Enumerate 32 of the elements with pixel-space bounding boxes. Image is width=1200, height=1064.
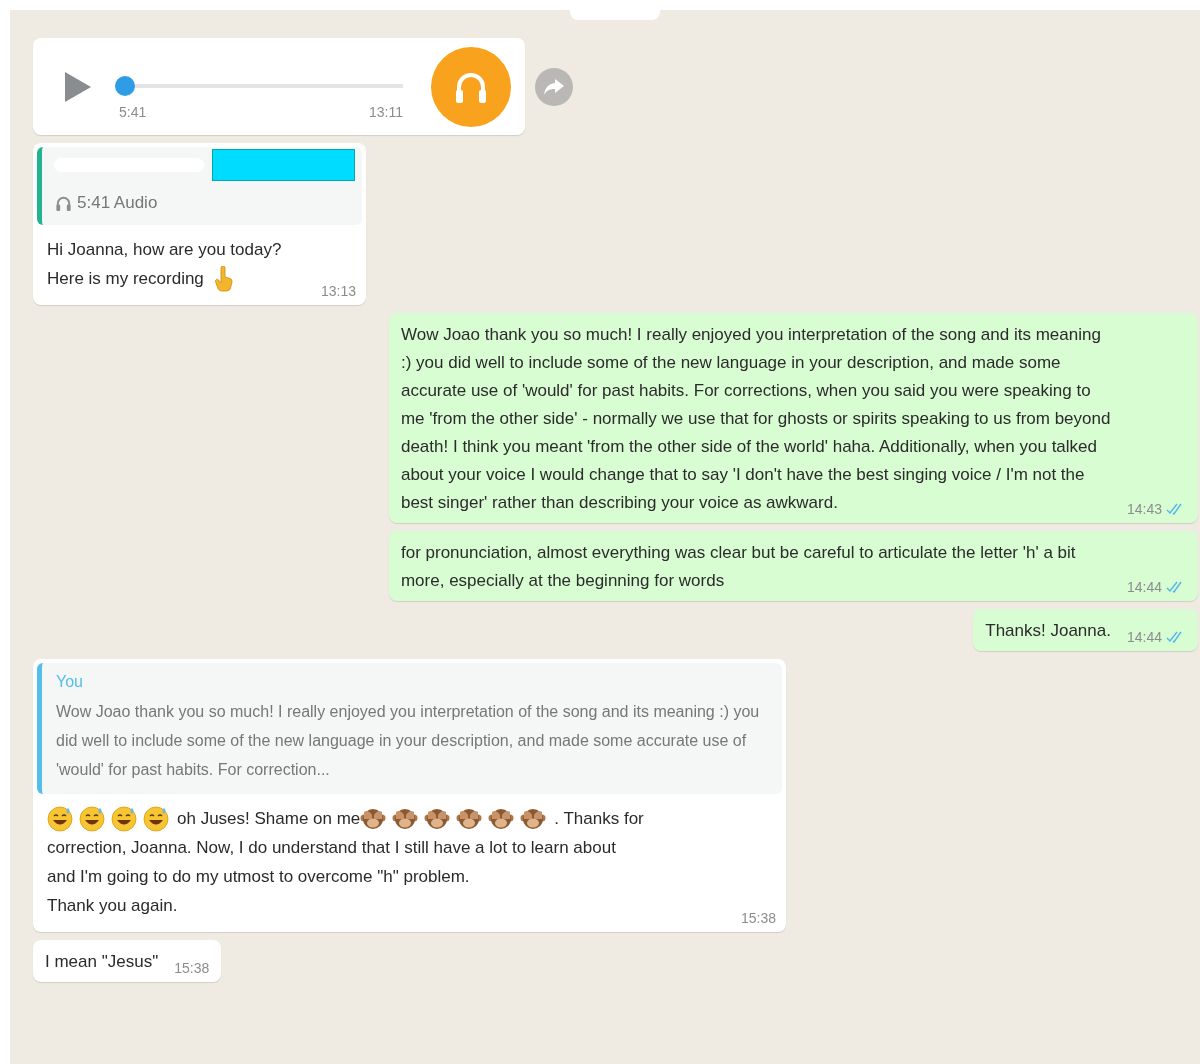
message-time: 14:44 (1126, 628, 1162, 647)
message-text: Thanks! Joanna. (985, 620, 1111, 642)
audio-duration: 5:41 (119, 103, 147, 120)
message-text: Hi Joanna, how are you today? (47, 239, 282, 261)
message-text: oh Juses! Shame on me (177, 808, 361, 830)
quote-author: You (56, 673, 84, 691)
message-text: . Thanks for (554, 808, 644, 830)
smiling-face-icon (47, 805, 73, 832)
message-text: and I'm going to do my utmost to overcome "h" problem. (47, 866, 470, 888)
quoted-message[interactable]: 5:41 Audio (37, 147, 362, 225)
quoted-message[interactable] (37, 663, 782, 794)
message-text: I mean "Jesus" (45, 951, 159, 973)
smiling-face-icon (143, 805, 169, 832)
message-text: Here is my recording (47, 268, 204, 290)
smiling-face-icon (111, 805, 137, 832)
headphones-avatar-icon (431, 46, 511, 127)
progress-thumb[interactable] (115, 75, 135, 96)
message-text: Thank you again. (47, 895, 178, 917)
smiling-face-icon (79, 805, 105, 832)
quoted-audio-label: 5:41 Audio (77, 193, 158, 213)
forward-icon[interactable] (535, 67, 573, 106)
message-time: 15:38 (174, 959, 210, 978)
message-time: 13:13 (320, 283, 356, 299)
message-time: 14:43 (1126, 500, 1162, 519)
message-text: correction, Joanna. Now, I do understand that I still have a lot to learn about (47, 837, 616, 859)
message-time: 13:11 (369, 103, 403, 120)
message-text: for pronunciation, almost everything was clear but be careful to articulate the letter 'h' a bit more, especially at the beginning for words (400, 542, 1077, 592)
play-icon[interactable] (63, 69, 93, 104)
message-time: 15:38 (740, 910, 776, 926)
message-text: Wow Joao thank you so much! I really enjoyed you interpretation of the song and its meaning :) you did well to include some of the new language in your description, and made some accurate use of 'would' for past habits. For corrections, when you said you were speaking to me 'from the other side' - normally we use that for ghosts or spirits speaking to us from beyond death! I think you meant 'from the other side of the world' haha. Additionally, when you talked about your voice I would change that to say 'I don't have the best singing voice / I'm not the best singer' rather than describing your voice as awkward. (400, 324, 1111, 514)
message-time: 14:44 (1126, 578, 1162, 597)
quoted-text: Wow Joao thank you so much! I really enjoyed you interpretation of the song and its meaning :) you did well to include some of the new language in your description, and made some accurate use of 'would' for past habits. For correction... (56, 702, 761, 780)
